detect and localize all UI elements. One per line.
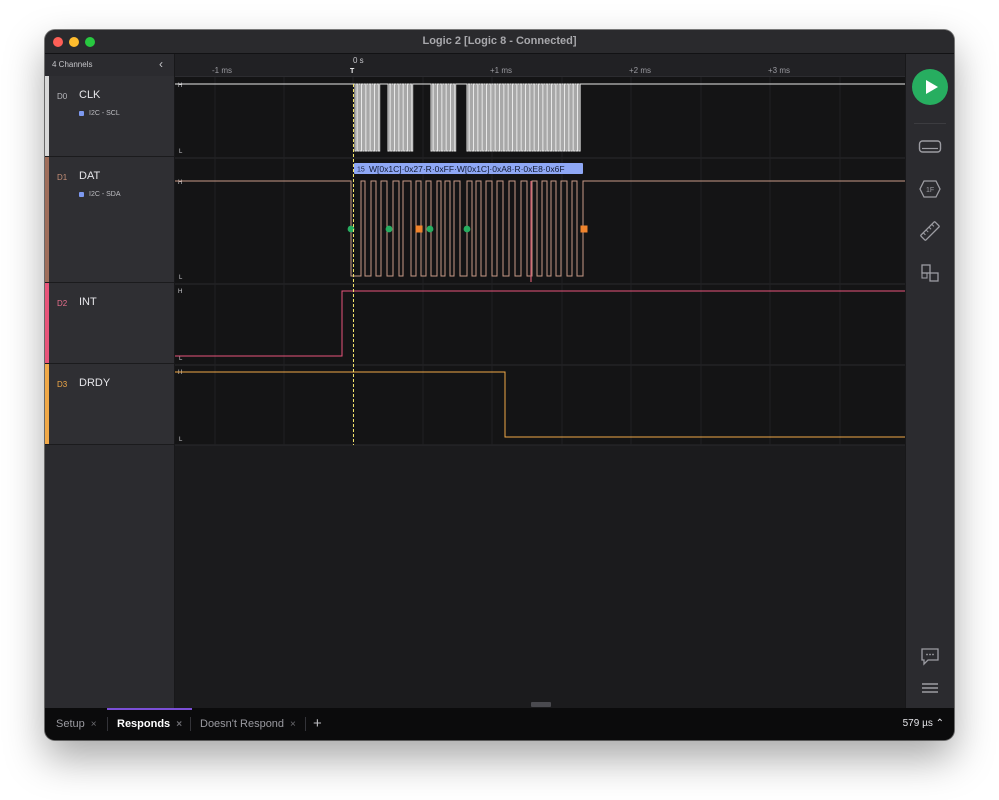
- channel-number: D2: [57, 299, 68, 308]
- channel-number: D3: [57, 380, 68, 389]
- channel-name[interactable]: CLK: [79, 89, 100, 101]
- waveform-view[interactable]: -1 ms 0 s +1 ms +2 ms +3 ms T H L H L H …: [175, 54, 905, 708]
- tick-label-plus-3ms: +3 ms: [768, 66, 790, 75]
- channel-number: D0: [57, 92, 68, 101]
- stop-condition-marker: [580, 225, 588, 233]
- start-capture-button[interactable]: [912, 69, 948, 105]
- tick-label-plus-2ms: +2 ms: [629, 66, 651, 75]
- right-toolbar: 1F: [905, 54, 954, 708]
- channel-name[interactable]: INT: [79, 296, 97, 308]
- tab-label: Doesn't Respond: [200, 718, 285, 730]
- add-tab-button[interactable]: +: [313, 708, 322, 740]
- layout-icon[interactable]: [918, 261, 942, 285]
- tab-label: Setup: [56, 718, 85, 730]
- extensions-icon[interactable]: 1F: [918, 177, 942, 201]
- session-tab-bar: Setup × Responds × Doesn't Respond × + 579 …: [45, 708, 954, 740]
- waveform-canvas[interactable]: -1 ms 0 s +1 ms +2 ms +3 ms T H L H L H …: [175, 54, 905, 708]
- tick-label-minus-1ms: -1 ms: [212, 66, 232, 75]
- menu-icon[interactable]: [918, 676, 942, 700]
- channel-color-bar: [45, 283, 49, 363]
- collapse-sidebar-icon[interactable]: ‹: [154, 57, 168, 71]
- comment-icon[interactable]: [918, 644, 942, 668]
- channel-row-d1[interactable]: D1 DAT I2C - SDA: [45, 157, 174, 283]
- channel-color-bar: [45, 364, 49, 444]
- channel-color-bar: [45, 76, 49, 156]
- window-title: Logic 2 [Logic 8 - Connected]: [422, 35, 577, 47]
- vertical-resize-handle[interactable]: [531, 702, 551, 707]
- analyzer-label: I2C - SCL: [79, 110, 120, 117]
- tab-separator: [190, 717, 191, 731]
- app-window: Logic 2 [Logic 8 - Connected] 4 Channels…: [45, 30, 954, 740]
- tick-label-zero: 0 s: [353, 56, 364, 65]
- channel-color-bar: [45, 157, 49, 282]
- tab-separator: [107, 717, 108, 731]
- tab-doesnt-respond[interactable]: Doesn't Respond ×: [200, 708, 296, 740]
- tick-label-plus-1ms: +1 ms: [490, 66, 512, 75]
- time-readout[interactable]: 579 µs ⌃: [903, 708, 944, 740]
- channel-row-d3[interactable]: D3 DRDY: [45, 364, 174, 445]
- channel-row-d2[interactable]: D2 INT: [45, 283, 174, 364]
- start-condition-marker: [385, 225, 393, 233]
- decode-index: 15: [357, 167, 365, 174]
- svg-text:1F: 1F: [926, 187, 934, 194]
- analyzers-icon[interactable]: [918, 135, 942, 159]
- tab-setup[interactable]: Setup ×: [56, 708, 97, 740]
- channel-sidebar: 4 Channels ‹ D0 CLK I2C - SCL D1 DAT I2C…: [45, 54, 175, 708]
- channel-name[interactable]: DRDY: [79, 377, 110, 389]
- start-condition-marker: [463, 225, 471, 233]
- measure-icon[interactable]: [918, 219, 942, 243]
- channel-number: D1: [57, 173, 68, 182]
- tab-responds[interactable]: Responds ×: [106, 708, 193, 740]
- channel-row-d0[interactable]: D0 CLK I2C - SCL: [45, 76, 174, 157]
- analyzer-label: I2C - SDA: [79, 191, 121, 198]
- title-bar: Logic 2 [Logic 8 - Connected]: [45, 30, 954, 54]
- high-label: H: [178, 370, 182, 376]
- channel-name[interactable]: DAT: [79, 170, 100, 182]
- tab-label: Responds: [117, 718, 171, 730]
- close-tab-icon[interactable]: ×: [176, 719, 182, 730]
- high-label: H: [178, 289, 182, 295]
- time-ruler[interactable]: [175, 54, 905, 76]
- start-condition-marker: [426, 225, 434, 233]
- close-tab-icon[interactable]: ×: [91, 719, 97, 730]
- stop-condition-marker: [415, 225, 423, 233]
- toolbar-divider: [914, 123, 946, 124]
- decode-text: W[0x1C]·0x27·R·0xFF·W[0x1C]·0xA8·R·0xE8·…: [369, 164, 565, 174]
- tab-separator: [305, 717, 306, 731]
- trigger-label: T: [350, 68, 355, 75]
- close-tab-icon[interactable]: ×: [290, 719, 296, 730]
